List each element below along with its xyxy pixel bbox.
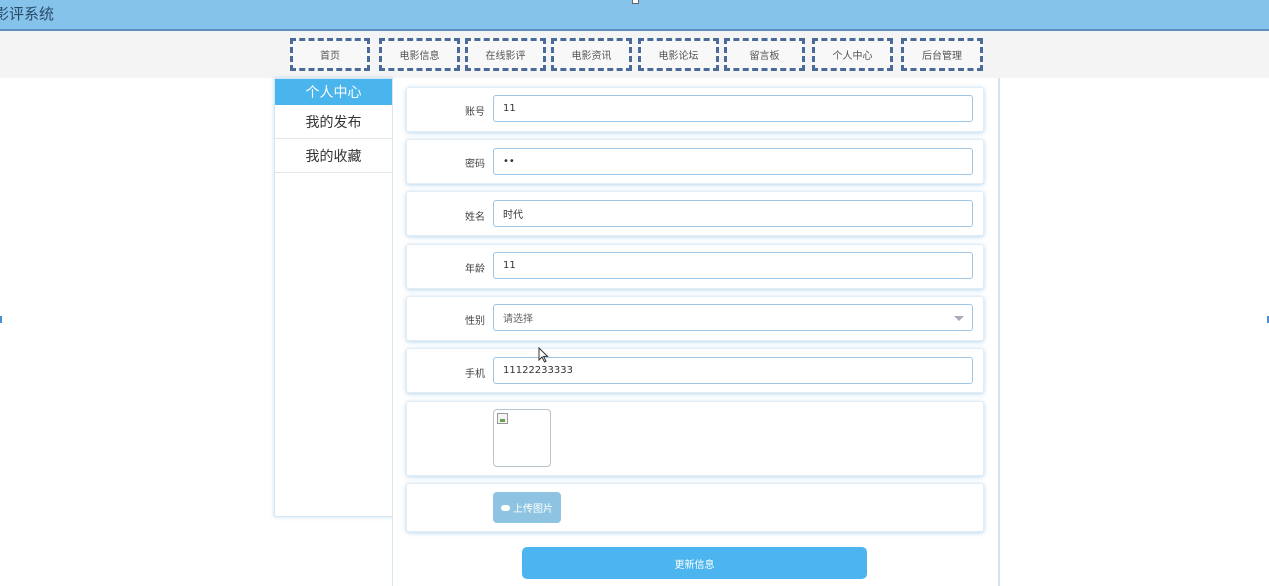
sidebar-item-my-posts[interactable]: 我的发布	[275, 105, 392, 139]
app-title: 影评系统	[0, 5, 55, 23]
name-label: 姓名	[465, 212, 485, 223]
nav-item-movie-info[interactable]: 电影信息	[379, 38, 460, 71]
avatar-image	[493, 409, 551, 467]
sidebar-item-my-favorites[interactable]: 我的收藏	[275, 139, 392, 173]
nav-item-personal-center[interactable]: 个人中心	[812, 38, 893, 71]
age-row: 年龄	[406, 244, 984, 289]
phone-row: 手机	[406, 348, 984, 393]
cloud-upload-icon	[501, 504, 510, 511]
gender-select-placeholder: 请选择	[503, 314, 533, 325]
nav-item-admin[interactable]: 后台管理	[901, 38, 983, 71]
gender-row: 性别 请选择	[406, 296, 984, 341]
account-input[interactable]	[493, 95, 973, 122]
upload-image-label: 上传图片	[513, 504, 553, 515]
nav-item-online-review[interactable]: 在线影评	[465, 38, 546, 71]
mouse-cursor-icon	[538, 347, 549, 363]
password-row: 密码	[406, 139, 984, 184]
resize-handle	[632, 0, 639, 4]
age-input[interactable]	[493, 252, 973, 279]
sidebar: 个人中心 我的发布 我的收藏	[274, 78, 393, 517]
nav-item-movie-forum[interactable]: 电影论坛	[638, 38, 719, 71]
account-label: 账号	[465, 107, 485, 118]
password-input[interactable]	[493, 148, 973, 175]
update-info-button[interactable]: 更新信息	[522, 547, 867, 579]
phone-label: 手机	[465, 369, 485, 380]
title-bar: 影评系统	[0, 0, 1269, 31]
broken-image-icon	[497, 413, 508, 424]
phone-input[interactable]	[493, 357, 973, 384]
gender-label: 性别	[465, 316, 485, 327]
account-row: 账号	[406, 87, 984, 132]
sidebar-header[interactable]: 个人中心	[275, 79, 392, 105]
main-nav: 首页 电影信息 在线影评 电影资讯 电影论坛 留言板 个人中心 后台管理	[0, 31, 1269, 78]
age-label: 年龄	[465, 264, 485, 275]
avatar-row	[406, 401, 984, 476]
left-edge-marker	[0, 316, 2, 323]
name-row: 姓名	[406, 191, 984, 236]
nav-item-message-board[interactable]: 留言板	[724, 38, 805, 71]
nav-item-home[interactable]: 首页	[290, 38, 370, 71]
password-label: 密码	[465, 159, 485, 170]
chevron-down-icon	[954, 316, 964, 321]
name-input[interactable]	[493, 200, 973, 227]
gender-select[interactable]: 请选择	[493, 304, 973, 331]
upload-row: 上传图片	[406, 483, 984, 532]
nav-item-movie-news[interactable]: 电影资讯	[551, 38, 632, 71]
upload-image-button[interactable]: 上传图片	[493, 492, 561, 523]
